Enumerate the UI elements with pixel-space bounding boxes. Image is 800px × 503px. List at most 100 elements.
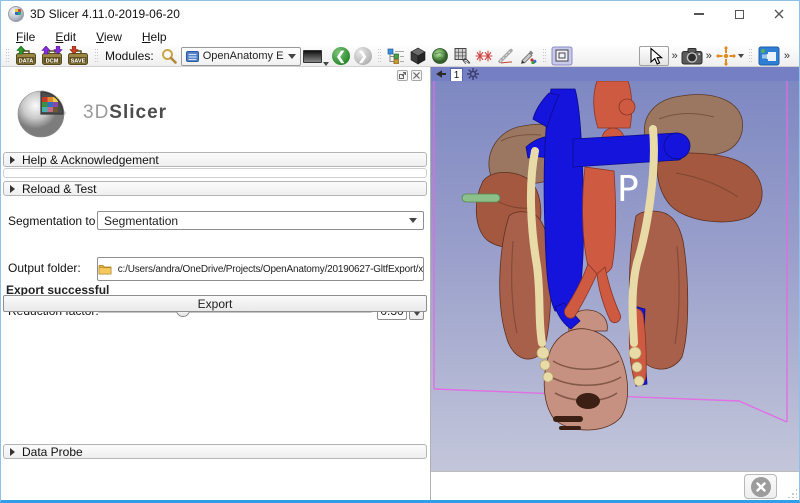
screenshot-button[interactable]: [551, 46, 573, 66]
cursor-icon: [650, 47, 663, 65]
toolbar-grip: [5, 48, 10, 64]
window-title: 3D Slicer 4.11.0-2019-06-20: [30, 7, 180, 21]
reload-test-section[interactable]: Reload & Test: [3, 181, 427, 196]
slicer-logo-text: 3DSlicer: [83, 102, 167, 124]
history-forward-button[interactable]: ❯: [353, 46, 373, 66]
pin-icon[interactable]: [435, 68, 447, 80]
anatomy-model: P: [433, 81, 788, 431]
annotations-button[interactable]: [518, 46, 538, 66]
close-notification-button[interactable]: [744, 474, 777, 499]
minimize-button[interactable]: [679, 1, 719, 27]
threed-canvas[interactable]: P: [431, 81, 799, 471]
output-folder-label: Output folder:: [8, 261, 81, 275]
camera-icon: [681, 48, 703, 65]
module-search-button[interactable]: [159, 46, 179, 66]
mouse-interaction-mode-button[interactable]: [638, 46, 669, 66]
save-button[interactable]: SAVE: [66, 46, 90, 66]
logo-3d: 3D: [83, 102, 110, 123]
maximize-button[interactable]: [719, 1, 759, 27]
export-button-label: Export: [197, 296, 233, 311]
slicer-logo: 3DSlicer: [11, 85, 167, 141]
status-strip-left: [1, 471, 431, 500]
status-strip: [1, 471, 799, 500]
threed-view: 1 P: [431, 67, 799, 471]
ruler-icon: [498, 48, 513, 64]
close-circle-icon: [750, 476, 771, 497]
reload-section-label: Reload & Test: [22, 181, 97, 196]
app-icon: [8, 6, 24, 22]
module-selector[interactable]: OpenAnatomy Export: [180, 46, 301, 66]
menu-edit[interactable]: Edit: [45, 30, 86, 44]
toolbar-extender[interactable]: »: [705, 50, 713, 62]
menu-view[interactable]: View: [86, 30, 132, 44]
extensions-manager-button[interactable]: [757, 46, 781, 66]
module-icon: [185, 50, 199, 62]
load-data-icon: DATA: [16, 46, 36, 65]
toolbar-grip: [747, 48, 753, 64]
markups-button[interactable]: [474, 46, 494, 66]
output-folder-path: c:/Users/andra/OneDrive/Projects/OpenAna…: [117, 263, 423, 275]
data-probe-label: Data Probe: [22, 444, 83, 459]
menu-bar: File Edit View Help: [1, 27, 799, 46]
load-dicom-icon: DCM: [41, 46, 63, 65]
toolbar-extender[interactable]: »: [783, 50, 791, 62]
ruler-button[interactable]: [496, 46, 516, 66]
menu-file[interactable]: File: [6, 30, 45, 44]
status-strip-right: [431, 471, 799, 500]
svg-text:SAVE: SAVE: [71, 58, 86, 64]
logo-slicer: Slicer: [109, 102, 168, 123]
close-panel-button[interactable]: [411, 70, 422, 81]
collapsed-arrow-icon: [10, 447, 15, 456]
marker-arrow-mesh: [461, 193, 501, 203]
extensions-icon: [758, 46, 780, 66]
help-acknowledgement-section[interactable]: Help & Acknowledgement: [3, 152, 427, 167]
volume-rendering-button[interactable]: [408, 46, 428, 66]
close-button[interactable]: [759, 1, 799, 27]
main-toolbar: DATA DCM SAVE Modules: OpenAnatomy E ❮ ❯…: [1, 46, 799, 67]
crosshair-icon: [715, 46, 736, 66]
chevron-down-icon: [737, 54, 744, 58]
chevron-down-icon: [409, 218, 417, 223]
collapsed-arrow-icon: [10, 184, 15, 193]
chevron-down-icon: [322, 62, 329, 66]
fiducial-points-icon: [475, 50, 493, 62]
segmentation-selector[interactable]: Segmentation: [97, 211, 424, 230]
back-arrow-icon: ❮: [331, 47, 350, 65]
output-folder-button[interactable]: c:/Users/andra/OneDrive/Projects/OpenAna…: [97, 257, 424, 281]
view-label-tab[interactable]: 1: [450, 68, 463, 81]
title-bar: 3D Slicer 4.11.0-2019-06-20: [1, 1, 799, 27]
undock-panel-button[interactable]: [397, 70, 408, 81]
view-controls-icon[interactable]: [466, 67, 480, 81]
dark-cube-icon: [410, 47, 426, 65]
folder-icon: [98, 265, 112, 275]
pelvis-mesh: [543, 309, 628, 431]
module-selector-value: OpenAnatomy Export: [202, 50, 284, 62]
layout-selector-button[interactable]: [302, 46, 329, 66]
minimize-icon: [694, 13, 704, 15]
svg-text:DCM: DCM: [46, 58, 59, 64]
screenshot-icon: [551, 46, 573, 66]
toolbar-extender[interactable]: »: [671, 50, 679, 62]
capture-view-button[interactable]: [681, 46, 703, 66]
menu-help[interactable]: Help: [132, 30, 177, 44]
close-icon: [413, 72, 420, 79]
toolbar-grip: [94, 48, 99, 64]
spin-down-icon[interactable]: [413, 312, 420, 316]
toolbar-grip: [376, 48, 382, 64]
models-button[interactable]: [430, 46, 450, 66]
crosshair-button[interactable]: [715, 46, 744, 66]
search-icon: [161, 49, 177, 64]
segmentation-value: Segmentation: [104, 213, 179, 228]
history-back-button[interactable]: ❮: [331, 46, 351, 66]
close-icon: [774, 9, 784, 19]
data-probe-section[interactable]: Data Probe: [3, 444, 427, 459]
load-data-button[interactable]: DATA: [14, 46, 38, 66]
modules-label: Modules:: [105, 49, 154, 63]
toolbar-grip: [541, 48, 547, 64]
transforms-button[interactable]: [452, 46, 472, 66]
module-history-button[interactable]: [386, 46, 406, 66]
load-dicom-button[interactable]: DCM: [40, 46, 64, 66]
export-button[interactable]: Export: [3, 295, 427, 312]
resize-grip[interactable]: [787, 488, 797, 498]
maximize-icon: [734, 9, 744, 19]
